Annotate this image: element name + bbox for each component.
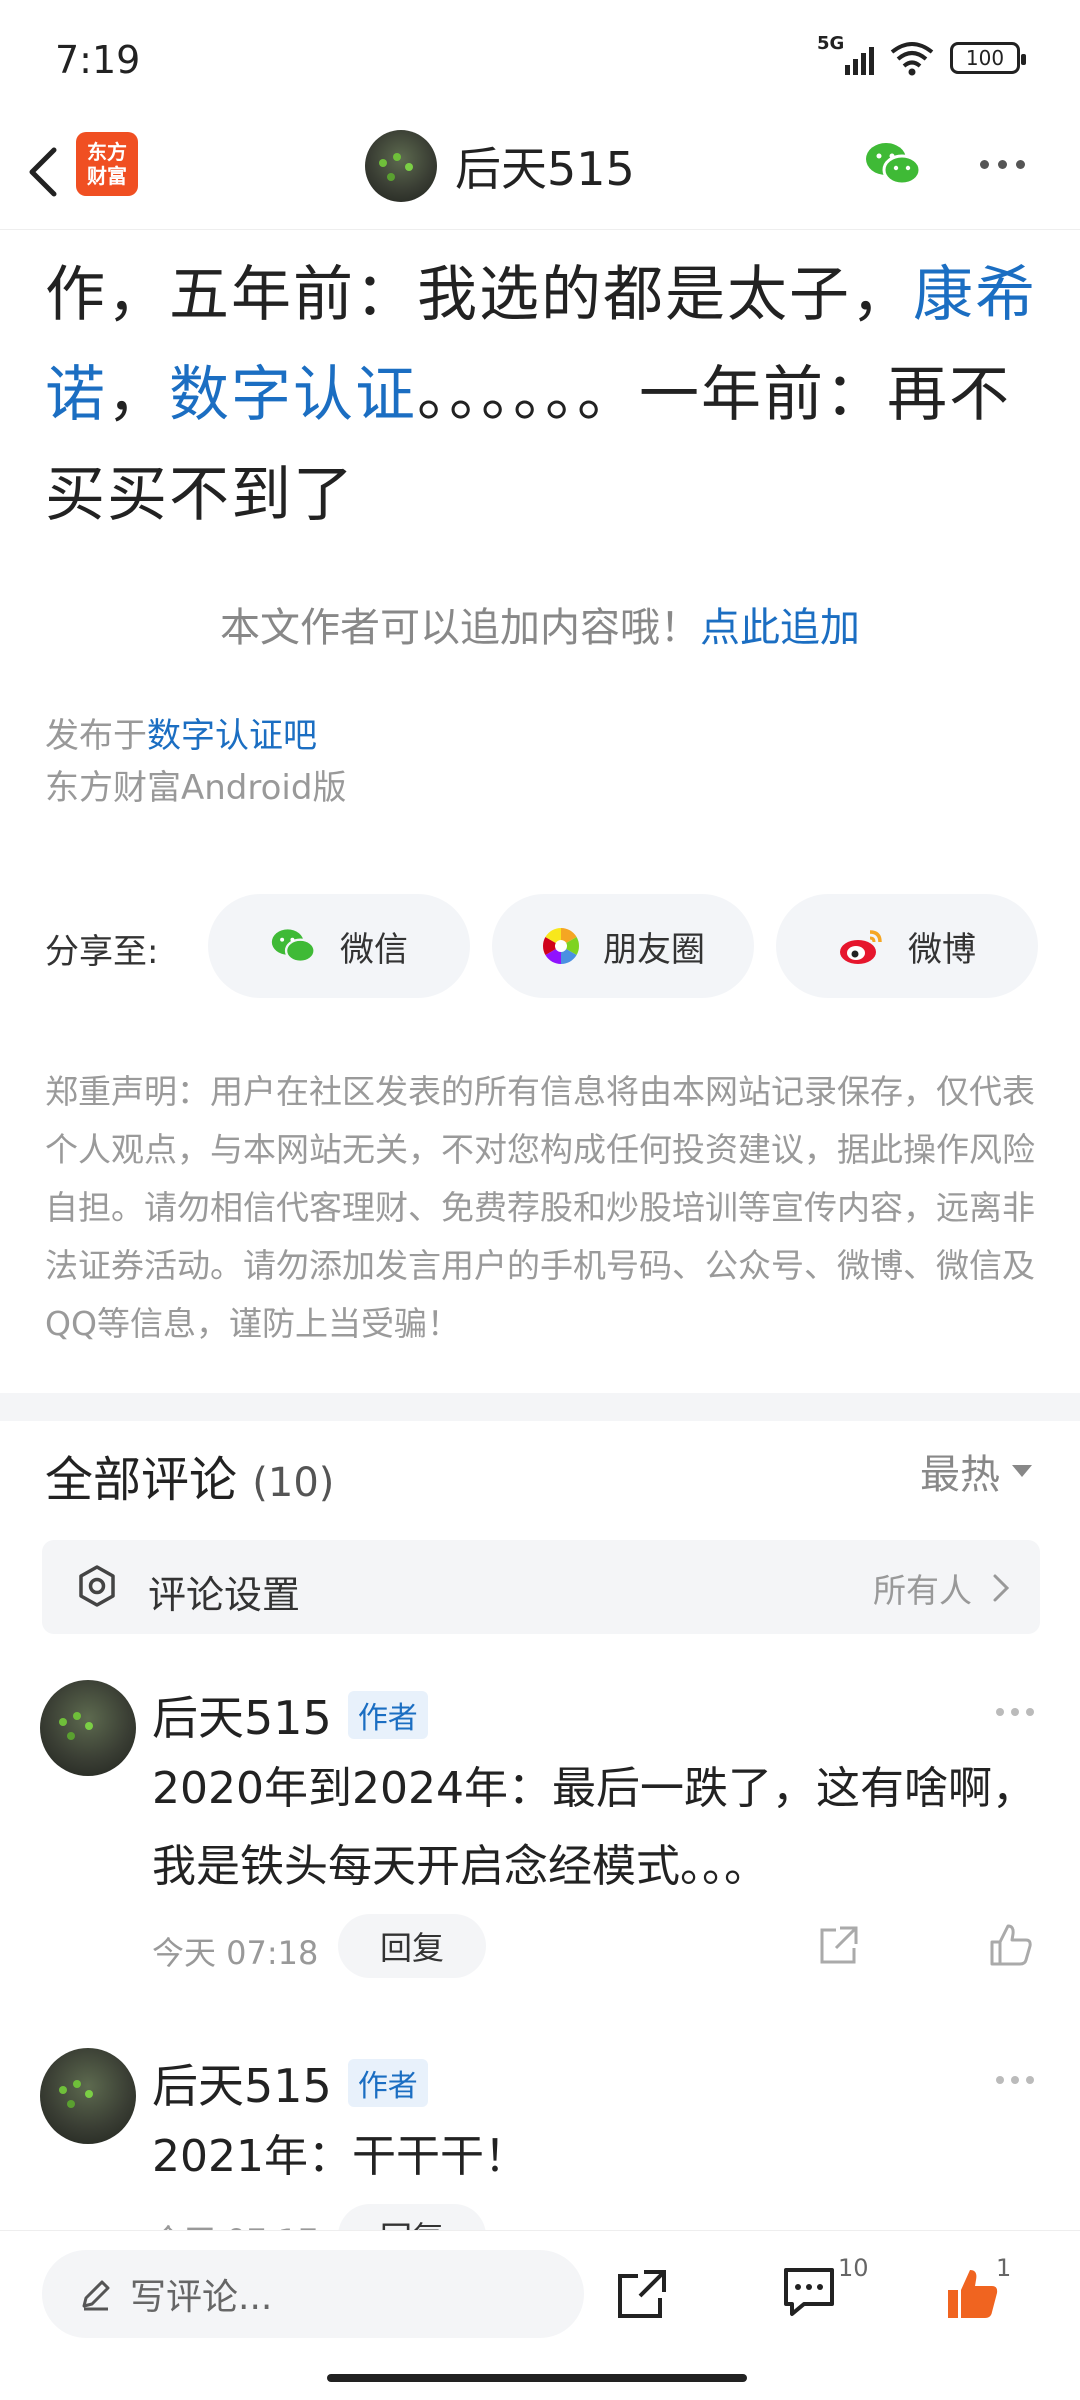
write-comment-input[interactable]: 写评论... — [42, 2250, 584, 2338]
author-avatar[interactable] — [365, 130, 437, 202]
comment-text: 2020年到2024年：最后一跌了，这有啥啊，我是铁头每天开启念经模式。。。 — [152, 1763, 1036, 1892]
wifi-icon — [890, 42, 934, 76]
share-icon[interactable] — [614, 2268, 668, 2322]
wechat-icon — [271, 929, 316, 964]
comment-count-badge: 10 — [838, 2254, 869, 2282]
status-time: 7:19 — [55, 38, 141, 82]
network-label: 5G — [817, 33, 845, 54]
commenter-name[interactable]: 后天515 — [152, 1682, 332, 1748]
home-indicator[interactable] — [327, 2374, 747, 2382]
author-name[interactable]: 后天515 — [455, 133, 635, 199]
status-icons: 5G 100 — [817, 33, 1026, 76]
dropdown-triangle-icon — [1012, 1465, 1032, 1477]
stock-link-shuzirenzheng[interactable]: 数字认证 — [169, 360, 417, 430]
battery-icon: 100 — [950, 42, 1026, 74]
commenter-avatar[interactable] — [40, 1680, 136, 1776]
thumbs-up-icon[interactable] — [988, 1922, 1034, 1968]
comments-title: 全部评论 (10) — [45, 1452, 335, 1508]
pen-icon — [82, 2280, 110, 2311]
more-options-icon[interactable] — [980, 160, 1025, 169]
comment-item — [40, 2048, 136, 2144]
comment-more-icon[interactable] — [996, 1708, 1034, 1716]
signal-icon: 5G — [817, 33, 874, 75]
share-label: 分享至: — [45, 932, 159, 972]
post-body: 作，五年前：我选的都是太子，康希诺，数字认证。。。。。。一年前：再不买买不到了 — [45, 260, 1037, 530]
disclaimer-text: 郑重声明：用户在社区发表的所有信息将由本网站记录保存，仅代表个人观点，与本网站无… — [45, 1072, 1035, 1343]
comments-count: (10) — [252, 1460, 335, 1506]
thumbs-up-filled-icon — [948, 2270, 998, 2318]
comment-item — [40, 1680, 136, 1776]
like-count-badge: 1 — [996, 2254, 1012, 2282]
gear-icon — [79, 1565, 115, 1607]
comment-settings-row[interactable]: 评论设置 所有人 — [42, 1540, 1040, 1634]
comments-button[interactable]: 10 — [780, 2254, 869, 2324]
share-moments-button[interactable]: 朋友圈 — [492, 894, 754, 998]
status-bar: 7:19 5G 100 — [0, 0, 1080, 118]
author-badge: 作者 — [347, 2059, 428, 2107]
comments-sort-dropdown[interactable]: 最热 — [920, 1442, 1032, 1500]
share-icon[interactable] — [816, 1924, 860, 1968]
publish-client: 东方财富Android版 — [45, 768, 347, 808]
commenter-avatar[interactable] — [40, 2048, 136, 2144]
commenter-name[interactable]: 后天515 — [152, 2050, 332, 2116]
publish-info: 发布于数字认证吧 — [45, 716, 317, 756]
app-logo[interactable]: 东方 财富 — [76, 132, 138, 196]
author-badge: 作者 — [347, 1691, 428, 1739]
comment-bubble-icon — [784, 2268, 834, 2316]
comment-more-icon[interactable] — [996, 2076, 1034, 2084]
append-link[interactable]: 点此追加 — [700, 605, 860, 651]
wechat-share-icon[interactable] — [864, 140, 924, 188]
comment-settings-value: 所有人 — [873, 1571, 972, 1610]
comment-settings-label: 评论设置 — [148, 1573, 301, 1617]
forum-link[interactable]: 数字认证吧 — [147, 716, 317, 756]
header-author[interactable]: 后天515 — [365, 130, 635, 202]
append-content-prompt: 本文作者可以追加内容哦！点此追加 — [220, 605, 860, 651]
section-divider — [0, 1393, 1080, 1421]
chevron-right-icon — [993, 1574, 1010, 1602]
weibo-icon — [840, 930, 882, 964]
share-wechat-button[interactable]: 微信 — [208, 894, 470, 998]
share-weibo-button[interactable]: 微博 — [776, 894, 1038, 998]
comment-time: 今天 07:18 — [152, 1934, 319, 1972]
like-button[interactable]: 1 — [944, 2254, 1011, 2326]
moments-icon — [542, 928, 580, 964]
back-arrow-icon[interactable] — [20, 142, 70, 202]
reply-button[interactable]: 回复 — [338, 1914, 486, 1978]
comment-text: 2021年：干干干！ — [152, 2131, 528, 2182]
